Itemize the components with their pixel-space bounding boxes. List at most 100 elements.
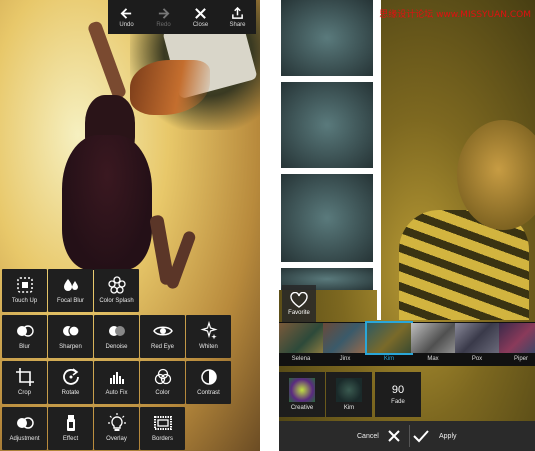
tool-label: Color Splash [99,298,134,304]
edit-toolbar: Undo Redo Close Share [108,0,256,34]
filter-strip: Selena Jinx Kim Max Pox Piper [279,321,535,366]
tool-label: Whiten [199,344,218,350]
filter-label: Max [427,356,439,362]
share-icon [232,6,243,19]
redo-label: Redo [156,21,171,28]
tool-label: Sharpen [59,344,82,350]
tool-contrast[interactable]: Contrast [186,361,231,404]
undo-button[interactable]: Undo [108,0,145,34]
tool-label: Effect [62,436,79,442]
focal-blur-icon [63,279,78,291]
dress [62,135,152,270]
kim-thumbnail [336,378,362,402]
tool-label: Crop [17,390,31,396]
close-icon [388,430,400,442]
tool-label: Color [155,390,170,396]
edit-options-row: Creative Kim 90 Fade [279,372,422,417]
filter-thumbnail [365,321,413,355]
borders-icon [153,416,172,430]
crop-icon [15,368,34,386]
creative-button[interactable]: Creative [279,372,325,417]
filter-label: Piper [513,356,528,362]
bulb-icon [107,413,126,431]
cancel-button[interactable]: Cancel [357,421,401,451]
tool-label: Adjustment [9,436,40,442]
tool-label: Touch Up [11,298,38,304]
collage-divider [377,0,381,320]
check-icon [413,430,429,443]
tool-color-splash[interactable]: Color Splash [94,269,139,312]
effect-icon [66,415,75,431]
cancel-label: Cancel [357,432,379,440]
tool-label: Overlay [106,436,127,442]
apply-button[interactable]: Apply [413,421,457,451]
fade-value: 90 [391,384,405,396]
denoise-icon [108,326,125,336]
close-button[interactable]: Close [182,0,219,34]
sharpen-icon [62,325,80,337]
touch-up-icon [16,277,33,293]
tool-borders[interactable]: Borders [140,407,185,450]
tool-sharpen[interactable]: Sharpen [48,315,93,358]
action-bar: Cancel Apply [279,421,535,451]
collage-strip [279,0,379,290]
redo-button[interactable]: Redo [145,0,182,34]
share-label: Share [229,21,246,28]
kim-label: Kim [343,405,355,411]
filter-label: Pox [471,356,483,362]
filter-max[interactable]: Max [411,322,455,366]
filter-kim[interactable]: Kim [365,321,413,366]
blur-icon [16,325,34,337]
filter-label: Jinx [339,356,351,362]
rotate-icon [62,368,79,385]
filter-thumbnail [499,323,535,353]
tool-label: Focal Blur [56,298,84,304]
tool-touch-up[interactable]: Touch Up [2,269,47,312]
tool-label: Contrast [197,390,220,396]
filter-selena[interactable]: Selena [279,322,323,366]
tool-denoise[interactable]: Denoise [94,315,139,358]
fade-control[interactable]: 90 Fade [375,372,421,417]
tool-rotate[interactable]: Rotate [48,361,93,404]
tool-red-eye[interactable]: Red Eye [140,315,185,358]
tool-effect[interactable]: Effect [48,407,93,450]
color-icon [154,368,171,385]
filter-label: Selena [291,356,311,362]
watermark: 思缘设计论坛 www.MISSYUAN.COM [379,10,531,20]
collage-panel [281,82,373,168]
tool-label: Red Eye [150,344,174,350]
filter-piper[interactable]: Piper [499,322,535,366]
filter-thumbnail [323,323,367,353]
right-phone-screen: 思缘设计论坛 www.MISSYUAN.COM Favorite Selena … [279,0,535,451]
filter-thumbnail [411,323,455,353]
favorite-button[interactable]: Favorite [282,285,316,323]
tool-label: Blur [19,344,30,350]
tool-blur[interactable]: Blur [2,315,47,358]
heart-icon [290,292,308,308]
creative-thumbnail [289,378,315,402]
filter-thumbnail [279,323,323,353]
filter-jinx[interactable]: Jinx [323,322,367,366]
kim-effect-button[interactable]: Kim [326,372,372,417]
filter-pox[interactable]: Pox [455,322,499,366]
eye-icon [152,326,173,336]
tool-label: Denoise [105,344,128,350]
auto-fix-icon [109,372,124,384]
close-label: Close [192,21,209,28]
tool-adjustment[interactable]: Adjustment [2,407,47,450]
tool-auto-fix[interactable]: Auto Fix [94,361,139,404]
adjustment-icon [16,417,34,429]
arrow-left-icon [120,7,132,19]
undo-label: Undo [119,21,134,28]
sparkle-icon [199,321,218,340]
collage-panel [281,174,373,262]
tool-overlay[interactable]: Overlay [94,407,139,450]
share-button[interactable]: Share [219,0,256,34]
apply-label: Apply [439,432,457,440]
tool-focal-blur[interactable]: Focal Blur [48,269,93,312]
color-splash-icon [107,276,126,294]
tool-crop[interactable]: Crop [2,361,47,404]
tool-color[interactable]: Color [140,361,185,404]
tool-whiten[interactable]: Whiten [186,315,231,358]
arrow-right-icon [158,7,170,19]
